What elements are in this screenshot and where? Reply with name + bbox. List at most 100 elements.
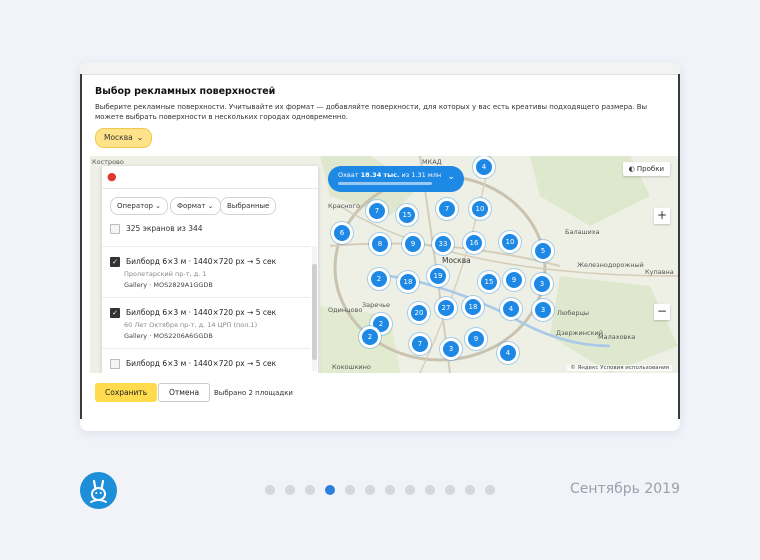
coverage-widget[interactable]: Охват 18.34 тыс. из 1.31 млн ⌄ — [328, 166, 464, 192]
pagination-dot[interactable] — [265, 485, 275, 495]
dialog-card: Выбор рекламных поверхностей Выберите ре… — [80, 62, 680, 431]
list-scrollbar[interactable] — [312, 246, 317, 371]
map-cluster[interactable]: 3 — [440, 338, 462, 360]
pagination-dot[interactable] — [485, 485, 495, 495]
chevron-down-icon: ⌄ — [447, 172, 455, 182]
map-cluster[interactable]: 3 — [531, 273, 553, 295]
select-all-row[interactable]: 325 экранов из 344 — [110, 224, 203, 234]
map-label-kokoshkino: Кокошкино — [332, 363, 371, 371]
map-cluster[interactable]: 4 — [497, 342, 519, 364]
cancel-button[interactable]: Отмена — [158, 383, 211, 402]
pagination-dot[interactable] — [305, 485, 315, 495]
check-icon[interactable]: ✓ — [110, 308, 120, 318]
map-label-kupavna: Купавна — [645, 268, 674, 276]
filter-selected-button[interactable]: Выбранные — [220, 197, 277, 215]
list-item-code: Gallery · MOS2206A6GGDB — [124, 332, 213, 340]
map-cluster[interactable]: 15 — [396, 204, 418, 226]
list-item-title-row: ✓ Билборд 6×3 м · 1440×720 px → 5 сек — [110, 257, 276, 267]
map-cluster[interactable]: 15 — [478, 271, 500, 293]
map-cluster[interactable]: 7 — [409, 333, 431, 355]
map-cluster[interactable]: 6 — [331, 222, 353, 244]
frame-border-right — [678, 74, 680, 419]
chevron-down-icon: ⌄ — [155, 202, 162, 210]
map-cluster[interactable]: 3 — [532, 299, 554, 321]
pagination-dot[interactable] — [325, 485, 335, 495]
map-cluster[interactable]: 19 — [427, 265, 449, 287]
list-item-title-row: ✓ Билборд 6×3 м · 1440×720 px → 5 сек — [110, 308, 276, 318]
map-cluster[interactable]: 7 — [366, 200, 388, 222]
screens-count: 325 экранов из 344 — [126, 224, 203, 233]
filter-operator-label: Оператор — [117, 202, 153, 210]
check-icon[interactable]: ✓ — [110, 257, 120, 267]
list-item[interactable]: ✓ Билборд 6×3 м · 1440×720 px → 5 сек 60 … — [102, 297, 310, 345]
map-cluster[interactable]: 8 — [369, 233, 391, 255]
filter-format-button[interactable]: Формат ⌄ — [170, 197, 221, 215]
map-cluster[interactable]: 2 — [359, 326, 381, 348]
save-button[interactable]: Сохранить — [95, 383, 158, 402]
checkbox[interactable] — [110, 359, 120, 369]
search-input[interactable]: ● — [102, 166, 318, 189]
dialog-footer: Сохранить Отмена Выбрано 2 площадки — [80, 373, 680, 419]
map-cluster[interactable]: 27 — [435, 297, 457, 319]
map-cluster[interactable]: 18 — [397, 271, 419, 293]
map-cluster[interactable]: 4 — [473, 156, 495, 178]
dialog-description: Выберите рекламные поверхности. Учитывай… — [95, 103, 648, 121]
map-cluster[interactable]: 4 — [500, 298, 522, 320]
list-item-code: Gallery · MOS2829A1GGDB — [124, 281, 213, 289]
map-cluster[interactable]: 2 — [368, 268, 390, 290]
list-item[interactable]: ✓ Билборд 6×3 м · 1440×720 px → 5 сек Про… — [102, 246, 310, 294]
map-cluster[interactable]: 5 — [532, 240, 554, 262]
traffic-label: Пробки — [636, 165, 664, 173]
pagination-dot[interactable] — [285, 485, 295, 495]
chevron-down-icon: ⌄ — [207, 202, 214, 210]
map-label-krasnogorsk: Красного — [328, 202, 360, 210]
select-all-checkbox[interactable] — [110, 224, 120, 234]
zoom-out-button[interactable]: − — [654, 304, 670, 320]
pagination-dot[interactable] — [425, 485, 435, 495]
logo — [80, 472, 117, 509]
zoom-in-button[interactable]: + — [654, 208, 670, 224]
pagination-dot[interactable] — [445, 485, 455, 495]
bunny-logo-icon — [81, 473, 116, 508]
pagination-dot[interactable] — [365, 485, 375, 495]
map-cluster[interactable]: 10 — [469, 198, 491, 220]
map-cluster[interactable]: 9 — [465, 328, 487, 350]
map[interactable]: Кострово Красного Москва Балашиха Железн… — [90, 156, 678, 373]
traffic-button[interactable]: ◐ Пробки — [622, 162, 670, 176]
map-copyright: © Яндекс Условия использования — [567, 365, 672, 371]
date-label: Сентябрь 2019 — [570, 481, 680, 497]
map-label-balashikha: Балашиха — [565, 228, 600, 236]
list-item-title: Билборд 6×3 м · 1440×720 px → 5 сек — [126, 308, 277, 317]
filter-selected-label: Выбранные — [227, 202, 270, 210]
map-cluster[interactable]: 9 — [402, 233, 424, 255]
map-label-odintsovo: Одинцово — [328, 306, 363, 314]
surfaces-panel: ● Оператор ⌄ Формат ⌄ Выбранные 325 экра… — [102, 166, 318, 373]
map-cluster[interactable]: 33 — [432, 233, 454, 255]
map-cluster[interactable]: 10 — [499, 231, 521, 253]
pagination-dot[interactable] — [385, 485, 395, 495]
map-cluster[interactable]: 9 — [503, 269, 525, 291]
coverage-prefix: Охват — [338, 171, 359, 179]
pagination-dot[interactable] — [345, 485, 355, 495]
pagination-dot[interactable] — [405, 485, 415, 495]
map-label-malakhovka: Малаховка — [598, 333, 636, 341]
frame-border-left — [80, 74, 82, 419]
window-topbar — [80, 62, 680, 75]
dialog-title: Выбор рекламных поверхностей — [95, 86, 276, 97]
map-cluster[interactable]: 16 — [463, 232, 485, 254]
map-cluster[interactable]: 7 — [436, 198, 458, 220]
map-cluster[interactable]: 18 — [462, 296, 484, 318]
traffic-icon: ◐ — [628, 165, 635, 173]
filter-operator-button[interactable]: Оператор ⌄ — [110, 197, 169, 215]
map-cluster[interactable]: 20 — [408, 302, 430, 324]
map-label-dzerzhinsky: Дзержинский — [556, 329, 603, 337]
coverage-value: 18.34 тыс. — [360, 171, 400, 179]
list-item[interactable]: Билборд 6×3 м · 1440×720 px → 5 сек — [102, 348, 310, 373]
map-label-zheleznodorozhny: Железнодорожный — [577, 261, 644, 269]
list-item-title-row: Билборд 6×3 м · 1440×720 px → 5 сек — [110, 359, 276, 369]
map-label-zarechye: Заречье — [362, 301, 390, 309]
city-select-button[interactable]: Москва ⌄ — [95, 128, 153, 148]
scrollbar-thumb[interactable] — [312, 264, 317, 360]
map-label-kostrovo: Кострово — [92, 158, 124, 166]
pagination-dot[interactable] — [465, 485, 475, 495]
